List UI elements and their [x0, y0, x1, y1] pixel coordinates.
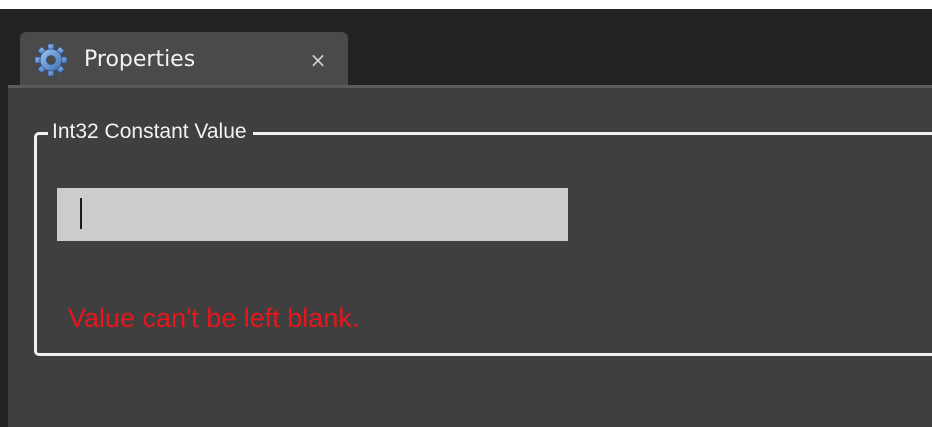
tab-properties[interactable]: Properties ×: [20, 32, 348, 92]
group-legend: Int32 Constant Value: [48, 117, 253, 147]
properties-panel: Int32 Constant Value Value can't be left…: [8, 85, 932, 427]
close-icon[interactable]: ×: [304, 45, 332, 75]
text-caret: [80, 198, 82, 229]
properties-window: Properties × Int32 Constant Value Value …: [0, 9, 932, 427]
tab-title: Properties: [84, 47, 196, 72]
gear-icon: [34, 43, 68, 77]
int32-value-input[interactable]: [57, 188, 568, 241]
validation-error-message: Value can't be left blank.: [68, 303, 360, 333]
